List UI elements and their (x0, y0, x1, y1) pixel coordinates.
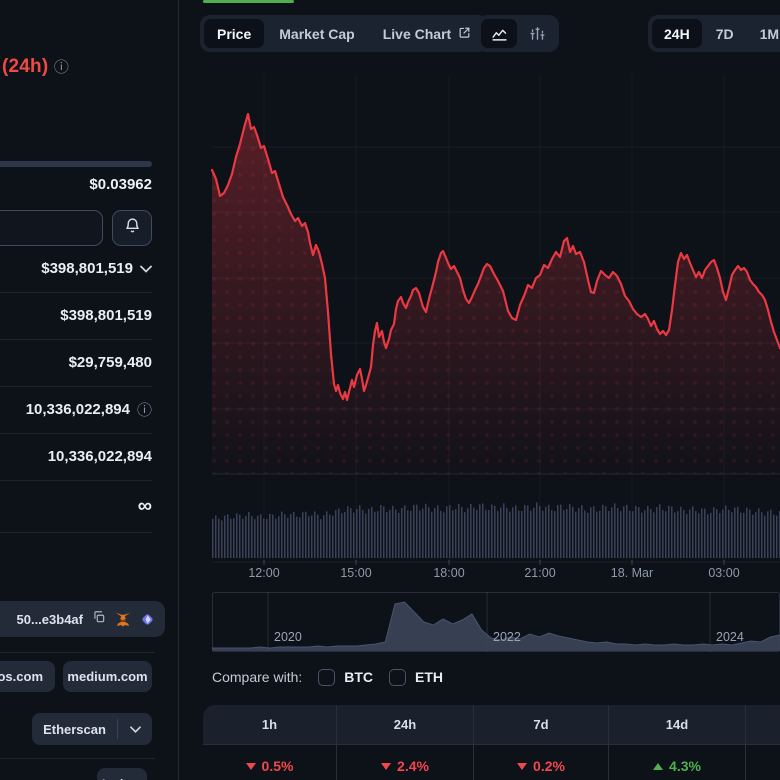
col-header-24h: 24h (337, 705, 474, 745)
performance-table: 1h 24h 7d 14d 0.5% 2.4% 0.2% 4.3% (203, 705, 780, 780)
website-link-chip[interactable]: ios.com (0, 661, 55, 692)
price-change-24h-label: (24h) ⓘ (2, 56, 69, 78)
col-header-clipped (746, 705, 780, 745)
change-7d: 0.2% (517, 758, 565, 774)
medium-link-chip[interactable]: medium.com (63, 661, 152, 692)
stat-row-circulating-supply: 10,336,022,894 ⓘ (0, 386, 152, 434)
line-chart-button[interactable] (481, 19, 517, 48)
btc-label: BTC (344, 669, 373, 685)
daily-range-bar (0, 161, 152, 167)
candlestick-chart-button[interactable] (519, 19, 555, 48)
stat-row-market-cap: $398,801,519 (0, 245, 152, 293)
info-icon[interactable]: ⓘ (137, 399, 152, 420)
stat-row-fdv: $398,801,519 (0, 292, 152, 340)
range-24h[interactable]: 24H (652, 19, 702, 48)
metamask-icon[interactable] (115, 612, 131, 627)
compare-label: Compare with: (212, 669, 302, 685)
range-label: 1M (760, 26, 779, 42)
stat-row-max-supply: ∞ (0, 480, 152, 533)
candlestick-chart-icon (529, 25, 546, 42)
coin-stats-sidebar: (24h) ⓘ $0.03962 $398,801,519 $398,801,5… (0, 0, 186, 780)
triangle-icon (653, 763, 663, 770)
stat-row-total-supply: 10,336,022,894 (0, 433, 152, 481)
range-1m[interactable]: 1M (748, 19, 780, 48)
tab-live-chart[interactable]: Live Chart (370, 19, 484, 48)
performance-header-row: 1h 24h 7d 14d (203, 705, 780, 745)
chart-panel: Price Market Cap Live Chart 24H (186, 0, 780, 780)
col-header-14d: 14d (609, 705, 746, 745)
range-high-value: $0.03962 (89, 176, 152, 193)
timeline-year-label: 2020 (274, 630, 302, 644)
x-axis-label: 03:00 (689, 566, 759, 580)
tab-price[interactable]: Price (204, 19, 264, 48)
col-header-1h: 1h (203, 705, 337, 745)
performance-value-row: 0.5% 2.4% 0.2% 4.3% (203, 745, 780, 780)
x-axis-label: 15:00 (321, 566, 391, 580)
compare-btc-option[interactable]: BTC (318, 669, 373, 686)
x-axis-label: 21:00 (505, 566, 575, 580)
website-link-label: ios.com (0, 669, 43, 684)
chart-type-toggle (477, 15, 559, 52)
info-icon[interactable]: ⓘ (54, 59, 69, 76)
triangle-icon (246, 763, 256, 770)
copy-icon[interactable] (92, 610, 106, 629)
contract-address: 50...e3b4af (17, 612, 84, 627)
coin-page: (24h) ⓘ $0.03962 $398,801,519 $398,801,5… (0, 0, 780, 780)
change-24h: 2.4% (381, 758, 429, 774)
medium-link-label: medium.com (67, 669, 147, 684)
change-14d: 4.3% (653, 758, 701, 774)
x-axis-label: 18:00 (414, 566, 484, 580)
stat-row-volume: $29,759,480 (0, 339, 152, 387)
range-label: 24H (664, 26, 690, 42)
stat-value: 10,336,022,894 (26, 401, 130, 418)
external-link-icon (458, 26, 471, 42)
compare-row: Compare with: BTC ETH (212, 666, 443, 688)
triangle-icon (381, 763, 391, 770)
btc-checkbox[interactable] (318, 669, 335, 686)
eth-checkbox[interactable] (389, 669, 406, 686)
active-section-tab-indicator (203, 0, 294, 3)
contract-address-chip[interactable]: 50...e3b4af (0, 601, 165, 637)
chevron-down-icon[interactable] (118, 726, 152, 733)
x-axis-label: 18. Mar (597, 566, 667, 580)
alert-bell-button[interactable] (112, 210, 152, 246)
col-header-7d: 7d (474, 705, 609, 745)
change-1h: 0.5% (246, 758, 294, 774)
bell-icon (124, 217, 141, 239)
gem-wallet-icon[interactable] (140, 612, 155, 627)
stat-value: $398,801,519 (60, 307, 152, 324)
timeline-year-label: 2022 (493, 630, 521, 644)
eth-label: ETH (415, 669, 443, 685)
stat-value: $29,759,480 (69, 354, 152, 371)
tab-label: Price (217, 26, 251, 42)
compare-eth-option[interactable]: ETH (389, 669, 443, 686)
tab-label: Live Chart (383, 26, 451, 42)
tab-market-cap[interactable]: Market Cap (266, 19, 367, 48)
chart-tabs: Price Market Cap Live Chart (200, 15, 488, 52)
tab-label: Market Cap (279, 26, 354, 42)
range-label: 7D (716, 26, 734, 42)
triangle-icon (517, 763, 527, 770)
sidebar-divider (178, 0, 179, 780)
line-chart-icon (491, 25, 508, 42)
explorer-label: Etherscan (32, 722, 117, 737)
price-alert-field[interactable] (0, 210, 103, 246)
infinity-icon: ∞ (138, 495, 152, 518)
stat-value: 10,336,022,894 (48, 448, 152, 465)
ledger-wallet-chip[interactable]: Ledger (97, 768, 147, 780)
divider (0, 652, 155, 653)
stat-value: $398,801,519 (41, 260, 133, 277)
chevron-down-icon[interactable] (140, 265, 152, 273)
timeline-year-label: 2024 (716, 630, 744, 644)
x-axis-label: 12:00 (229, 566, 299, 580)
divider (0, 758, 155, 759)
time-range-selector: 24H 7D 1M (648, 15, 780, 52)
range-7d[interactable]: 7D (704, 19, 746, 48)
explorer-dropdown[interactable]: Etherscan (32, 713, 152, 745)
